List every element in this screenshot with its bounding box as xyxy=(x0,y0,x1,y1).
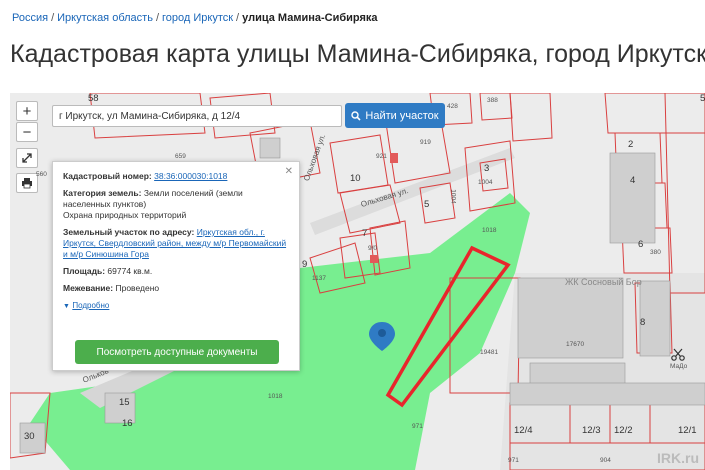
parcel-label: 4 xyxy=(630,175,636,186)
parcel-label: 659 xyxy=(175,153,186,160)
zoom-in-button[interactable]: + xyxy=(16,101,38,121)
find-parcel-label: Найти участок xyxy=(365,109,439,122)
print-button[interactable] xyxy=(16,173,38,193)
area-value: 69774 кв.м. xyxy=(107,266,153,276)
cadastral-map[interactable]: + − Найти участок 58 659 560 10 921 919 … xyxy=(10,93,705,470)
scissors-icon xyxy=(671,348,685,361)
breadcrumb-city[interactable]: город Иркутск xyxy=(162,12,233,24)
parcel-label: 921 xyxy=(376,153,387,160)
fullscreen-button[interactable] xyxy=(16,148,38,168)
parcel-label: 1137 xyxy=(312,275,326,282)
parcel-label: 58 xyxy=(88,93,99,104)
breadcrumb-region[interactable]: Иркутская область xyxy=(57,12,153,24)
shop-label: МаДо xyxy=(670,363,688,370)
address-row: Земельный участок по адресу: Иркутская о… xyxy=(63,227,289,260)
search-icon xyxy=(351,110,361,121)
parcel-label: 12/2 xyxy=(614,425,633,436)
parcel-label: 17670 xyxy=(566,341,585,348)
cadastral-number-link[interactable]: 38:36:000030:1018 xyxy=(154,171,227,181)
land-category-label: Категория земель: xyxy=(63,188,142,198)
print-icon xyxy=(22,178,32,189)
find-parcel-button[interactable]: Найти участок xyxy=(345,103,445,128)
breadcrumb-russia[interactable]: Россия xyxy=(12,12,48,24)
parcel-label: 8 xyxy=(640,317,646,328)
parcel-label: 10 xyxy=(350,173,361,184)
view-documents-button[interactable]: Посмотреть доступные документы xyxy=(75,340,279,364)
parcel-label: 12/1 xyxy=(678,425,697,436)
details-link[interactable]: Подробно xyxy=(72,301,109,310)
parcel-info-popup: ✕ Кадастровый номер: 38:36:000030:1018 К… xyxy=(52,161,300,371)
parcel-label: 971 xyxy=(508,457,519,464)
parcel-label: 1004 xyxy=(478,179,493,186)
parcel-label: 16 xyxy=(122,418,133,429)
cadastral-number-row: Кадастровый номер: 38:36:000030:1018 xyxy=(63,171,289,182)
parcel-label: 12/4 xyxy=(514,425,533,436)
area-label: Площадь: xyxy=(63,266,106,276)
parcel-label: 9 xyxy=(302,259,308,270)
parcel-label: 1004 xyxy=(449,189,457,204)
parcel-label: 30 xyxy=(24,431,35,442)
survey-value: Проведено xyxy=(115,283,160,293)
watermark: IRK.ru xyxy=(657,450,699,466)
cadastral-number-label: Кадастровый номер: xyxy=(63,171,152,181)
parcel-label: 3 xyxy=(484,163,490,174)
parcel-label: 6 xyxy=(638,239,644,250)
fullscreen-icon xyxy=(22,153,32,163)
zoom-in-icon: + xyxy=(22,102,32,120)
parcel-label: 50 xyxy=(700,93,705,104)
parcel-label: 388 xyxy=(487,97,498,104)
parcel-label: 9/0 xyxy=(368,245,378,252)
close-icon[interactable]: ✕ xyxy=(285,166,293,177)
caret-down-icon: ▼ xyxy=(63,303,70,310)
parcel-label: 919 xyxy=(420,139,431,146)
address-label: Земельный участок по адресу: xyxy=(63,227,195,237)
breadcrumb: Россия / Иркутская область / город Иркутск / у… xyxy=(12,12,378,24)
zoom-out-icon: − xyxy=(22,123,32,141)
parcel-label: 428 xyxy=(447,103,458,110)
parcel-label: 15 xyxy=(119,397,130,408)
survey-label: Межевание: xyxy=(63,283,114,293)
land-category-row: Категория земель: Земли поселений (земли… xyxy=(63,188,289,221)
address-search-input[interactable] xyxy=(52,105,342,127)
parcel-label: 380 xyxy=(650,249,661,256)
details-toggle[interactable]: ▼ Подробно xyxy=(63,300,289,312)
parcel-label: 560 xyxy=(36,171,47,178)
parcel-label: 2 xyxy=(628,139,634,150)
breadcrumb-separator: / xyxy=(51,12,55,24)
parcel-label: 1018 xyxy=(268,393,283,400)
breadcrumb-separator: / xyxy=(236,12,240,24)
parcel-label: 7 xyxy=(362,228,368,239)
parcel-label: 971 xyxy=(412,423,423,430)
area-row: Площадь: 69774 кв.м. xyxy=(63,266,289,277)
parcel-label: 1018 xyxy=(482,227,497,234)
parcel-label: 904 xyxy=(600,457,611,464)
parcel-label: 5 xyxy=(424,199,430,210)
zoom-out-button[interactable]: − xyxy=(16,122,38,142)
land-use-value: Охрана природных территорий xyxy=(63,210,187,220)
breadcrumb-separator: / xyxy=(155,12,159,24)
parcel-label: 19481 xyxy=(480,349,499,356)
complex-label: ЖК Сосновый Бор xyxy=(565,277,642,287)
parcel-label: 12/3 xyxy=(582,425,601,436)
breadcrumb-current: улица Мамина-Сибиряка xyxy=(242,12,378,24)
survey-row: Межевание: Проведено xyxy=(63,283,289,294)
page-title: Кадастровая карта улицы Мамина-Сибиряка,… xyxy=(10,40,705,68)
